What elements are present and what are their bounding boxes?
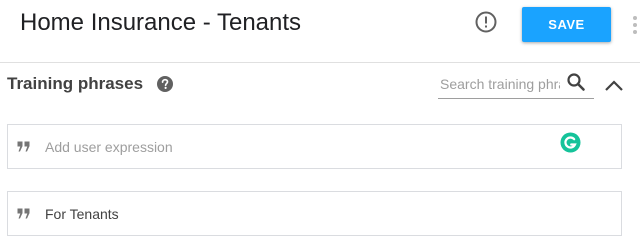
add-expression-row	[7, 124, 622, 169]
search-input[interactable]	[440, 74, 560, 94]
section-title: Training phrases	[7, 74, 144, 93]
grammarly-icon[interactable]	[560, 132, 581, 153]
quote-icon	[17, 141, 30, 152]
exclamation-circle-icon[interactable]	[474, 10, 498, 34]
quote-icon	[17, 208, 30, 219]
training-phrase-text[interactable]: For Tenants	[45, 206, 119, 222]
chevron-up-icon[interactable]	[603, 75, 625, 97]
training-phrase-row[interactable]: For Tenants	[7, 191, 622, 236]
page-header: Home Insurance - Tenants SAVE	[0, 0, 640, 63]
search-field	[438, 70, 594, 99]
help-circle-icon[interactable]	[156, 75, 174, 93]
search-icon[interactable]	[566, 72, 586, 92]
page-title: Home Insurance - Tenants	[20, 9, 302, 36]
more-vert-icon[interactable]	[633, 16, 639, 36]
add-user-expression-input[interactable]	[45, 137, 525, 157]
save-button[interactable]: SAVE	[522, 7, 611, 42]
